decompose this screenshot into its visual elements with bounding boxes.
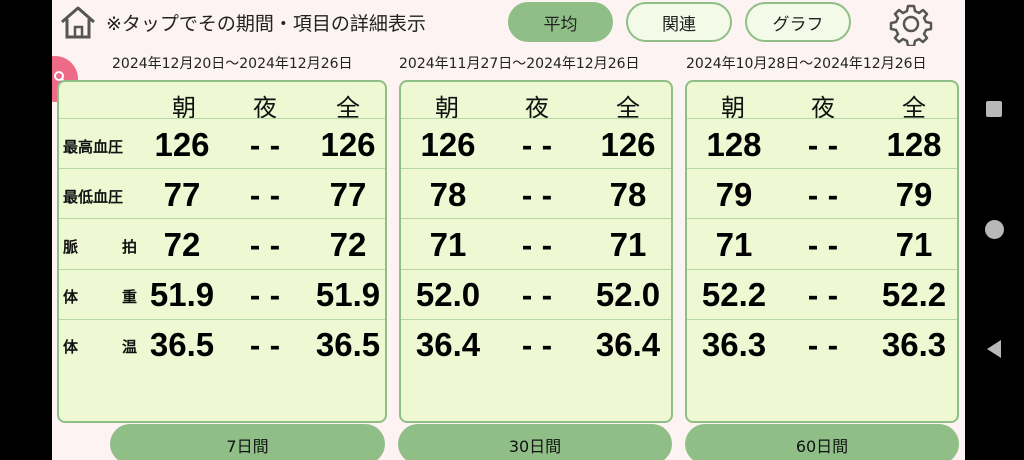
value-pulse-morning: 71 (715, 226, 753, 263)
gear-icon (889, 4, 933, 48)
value-pulse-night: - - (521, 232, 553, 262)
tab-graph[interactable]: グラフ (745, 2, 851, 42)
row-divider (687, 319, 957, 320)
recent-apps-button[interactable] (986, 101, 1002, 117)
settings-button[interactable] (889, 2, 933, 48)
value-pulse-all: 72 (329, 226, 367, 263)
value-weight-night: - - (249, 282, 281, 312)
row-divider (59, 168, 385, 169)
row-divider (59, 269, 385, 270)
value-diastolic-morning: 77 (163, 176, 201, 213)
value-temp-night: - - (807, 332, 839, 362)
value-systolic-night: - - (807, 132, 839, 162)
app-screen: ※タップでその期間・項目の詳細表示 平均 関連 グラフ 2024年12月20日～… (52, 0, 965, 460)
row-divider (401, 118, 671, 119)
date-range-60d: 2024年10月28日～2024年12月26日 (686, 56, 927, 72)
value-diastolic-all: 78 (609, 176, 647, 213)
row-divider (401, 269, 671, 270)
value-temp-morning: 36.3 (701, 326, 767, 363)
value-weight-morning: 51.9 (149, 276, 215, 313)
value-diastolic-all: 79 (895, 176, 933, 213)
period-button-7d[interactable]: 7日間 (110, 424, 385, 460)
value-pulse-all: 71 (895, 226, 933, 263)
value-temp-all: 36.4 (595, 326, 661, 363)
row-divider (401, 319, 671, 320)
value-systolic-all: 128 (886, 126, 942, 163)
row-divider (687, 218, 957, 219)
value-pulse-morning: 71 (429, 226, 467, 263)
row-divider (687, 269, 957, 270)
value-weight-all: 51.9 (315, 276, 381, 313)
row-divider (59, 319, 385, 320)
date-range-30d: 2024年11月27日～2024年12月26日 (399, 56, 640, 72)
value-systolic-night: - - (521, 132, 553, 162)
period-button-60d[interactable]: 60日間 (685, 424, 959, 460)
value-systolic-morning: 126 (154, 126, 210, 163)
value-diastolic-morning: 79 (715, 176, 753, 213)
value-weight-morning: 52.2 (701, 276, 767, 313)
value-temp-morning: 36.4 (415, 326, 481, 363)
summary-panel-7d[interactable]: 朝 夜 全 最高血圧 最低血圧 脈 拍 体 重 体 温 126 - - 126 … (57, 80, 387, 423)
summary-panel-60d[interactable]: 朝 夜 全 128 - - 128 79 - - 79 71 - - 71 52… (685, 80, 959, 423)
value-temp-morning: 36.5 (149, 326, 215, 363)
value-systolic-morning: 126 (420, 126, 476, 163)
period-button-30d[interactable]: 30日間 (398, 424, 672, 460)
value-diastolic-all: 77 (329, 176, 367, 213)
value-weight-night: - - (521, 282, 553, 312)
row-divider (401, 218, 671, 219)
value-diastolic-night: - - (249, 182, 281, 212)
row-divider (687, 118, 957, 119)
value-weight-night: - - (807, 282, 839, 312)
value-weight-all: 52.2 (881, 276, 947, 313)
row-divider (687, 168, 957, 169)
label-temp-1: 体 (63, 338, 79, 356)
label-weight-1: 体 (63, 288, 79, 306)
label-systolic: 最高血圧 (63, 138, 124, 156)
home-button[interactable] (58, 4, 98, 40)
value-systolic-all: 126 (320, 126, 376, 163)
value-weight-morning: 52.0 (415, 276, 481, 313)
value-systolic-morning: 128 (706, 126, 762, 163)
value-systolic-night: - - (249, 132, 281, 162)
value-diastolic-night: - - (807, 182, 839, 212)
tab-average[interactable]: 平均 (508, 2, 613, 42)
value-pulse-night: - - (807, 232, 839, 262)
tab-related[interactable]: 関連 (626, 2, 732, 42)
label-pulse-1: 脈 (63, 238, 79, 256)
value-pulse-morning: 72 (163, 226, 201, 263)
value-temp-all: 36.5 (315, 326, 381, 363)
row-divider (59, 118, 385, 119)
value-weight-all: 52.0 (595, 276, 661, 313)
value-diastolic-morning: 78 (429, 176, 467, 213)
row-divider (59, 218, 385, 219)
value-diastolic-night: - - (521, 182, 553, 212)
label-diastolic: 最低血圧 (63, 188, 124, 206)
value-temp-night: - - (521, 332, 553, 362)
value-pulse-night: - - (249, 232, 281, 262)
value-temp-night: - - (249, 332, 281, 362)
value-systolic-all: 126 (600, 126, 656, 163)
tap-hint-text: ※タップでその期間・項目の詳細表示 (106, 13, 426, 35)
value-pulse-all: 71 (609, 226, 647, 263)
home-icon (61, 6, 95, 39)
home-nav-button[interactable] (985, 220, 1004, 239)
value-temp-all: 36.3 (881, 326, 947, 363)
date-range-7d: 2024年12月20日～2024年12月26日 (112, 56, 353, 72)
row-divider (401, 168, 671, 169)
back-button[interactable] (987, 340, 1001, 358)
summary-panel-30d[interactable]: 朝 夜 全 126 - - 126 78 - - 78 71 - - 71 52… (399, 80, 673, 423)
